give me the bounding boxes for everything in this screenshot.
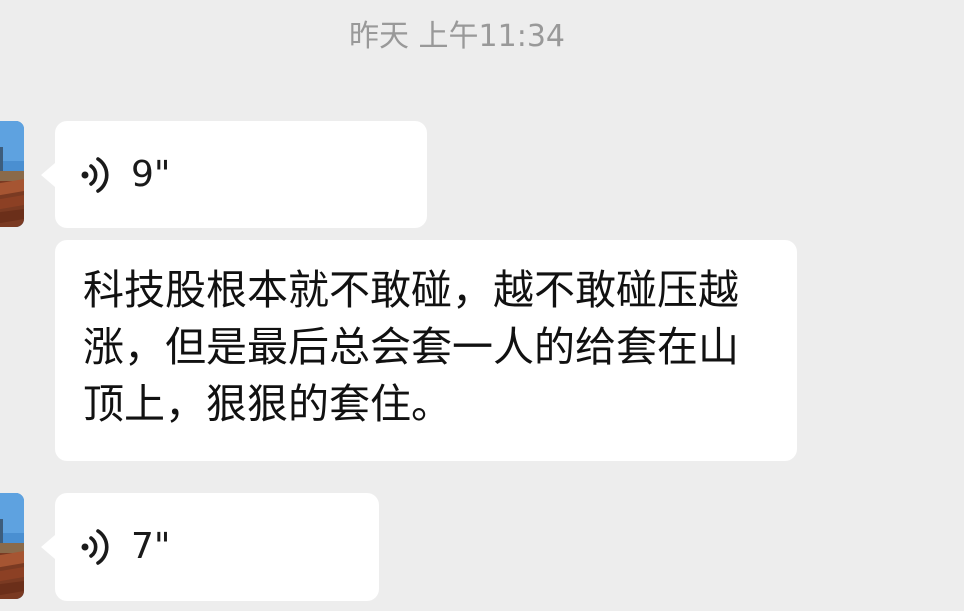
voice-message-bubble[interactable]: 7"	[41, 493, 379, 601]
chat-area: 昨天 上午11:34 9" 科技股根本就不敢碰，越不敢碰压越涨，但是最后总会套一…	[0, 0, 964, 611]
sender-avatar[interactable]	[0, 493, 24, 599]
voice-duration: 7"	[131, 526, 171, 567]
bubble-tail	[41, 535, 55, 559]
voice-message-bubble[interactable]: 9"	[41, 121, 427, 228]
voice-duration: 9"	[131, 153, 171, 195]
message-timestamp: 昨天 上午11:34	[349, 19, 565, 54]
bubble-tail	[41, 163, 55, 187]
sender-avatar[interactable]	[0, 121, 24, 227]
voice-wave-icon	[79, 527, 113, 567]
voice-wave-icon	[79, 155, 113, 195]
message-text: 科技股根本就不敢碰，越不敢碰压越涨，但是最后总会套一人的给套在山顶上，狠狠的套住…	[83, 266, 739, 428]
text-message-bubble[interactable]: 科技股根本就不敢碰，越不敢碰压越涨，但是最后总会套一人的给套在山顶上，狠狠的套住…	[55, 240, 797, 461]
